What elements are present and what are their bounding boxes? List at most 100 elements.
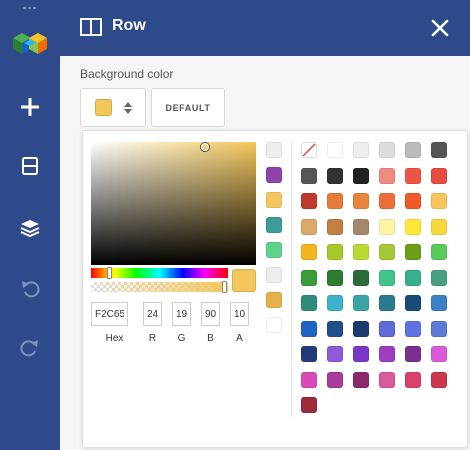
palette-color-swatch[interactable]	[431, 320, 447, 337]
recent-color-swatch[interactable]	[266, 317, 282, 333]
palette-color-swatch[interactable]	[405, 142, 421, 158]
palette-color-swatch[interactable]	[327, 142, 343, 158]
color-dropdown-button[interactable]	[80, 88, 146, 127]
palette-color-swatch[interactable]	[405, 244, 421, 260]
palette-color-swatch[interactable]	[431, 193, 447, 209]
palette-color-swatch[interactable]	[327, 295, 343, 311]
palette-color-swatch[interactable]	[301, 346, 317, 362]
recent-color-swatch[interactable]	[266, 267, 282, 283]
g-input[interactable]	[172, 302, 191, 326]
palette-color-swatch[interactable]	[353, 269, 369, 286]
panel-header: Row	[60, 0, 470, 56]
palette-color-swatch[interactable]	[301, 244, 317, 260]
palette-color-swatch[interactable]	[405, 295, 421, 311]
palette-color-swatch[interactable]	[327, 320, 343, 337]
undo-icon	[22, 281, 40, 298]
palette-color-swatch[interactable]	[431, 371, 447, 388]
current-color-chip	[95, 99, 112, 116]
add-element-button[interactable]	[12, 89, 48, 125]
no-color-swatch[interactable]	[301, 142, 317, 158]
palette-color-swatch[interactable]	[431, 142, 447, 158]
default-button[interactable]: DEFAULT	[151, 88, 225, 127]
palette-color-swatch[interactable]	[431, 244, 447, 260]
b-label: B	[207, 333, 214, 344]
palette-color-swatch[interactable]	[327, 218, 343, 235]
palette-color-swatch[interactable]	[431, 167, 447, 184]
recent-color-swatch[interactable]	[266, 192, 282, 208]
palette-color-swatch[interactable]	[327, 269, 343, 286]
palette-color-swatch[interactable]	[301, 295, 317, 311]
close-icon[interactable]	[428, 16, 452, 40]
palette-color-swatch[interactable]	[431, 295, 447, 311]
redo-button[interactable]	[12, 329, 48, 365]
palette-color-swatch[interactable]	[379, 193, 395, 209]
hex-input[interactable]	[91, 302, 128, 326]
palette-color-swatch[interactable]	[379, 167, 395, 184]
palette-color-swatch[interactable]	[379, 371, 395, 388]
palette-color-swatch[interactable]	[301, 167, 317, 184]
palette-color-swatch[interactable]	[301, 218, 317, 235]
palette-color-swatch[interactable]	[405, 320, 421, 337]
palette-color-swatch[interactable]	[353, 346, 369, 362]
palette-color-swatch[interactable]	[379, 244, 395, 260]
recent-color-swatch[interactable]	[266, 292, 282, 308]
recent-color-swatch[interactable]	[266, 242, 282, 258]
palette-color-swatch[interactable]	[379, 142, 395, 158]
palette-color-swatch[interactable]	[405, 167, 421, 184]
undo-button[interactable]	[12, 270, 48, 306]
palette-color-swatch[interactable]	[405, 269, 421, 286]
palette-color-swatch[interactable]	[353, 142, 369, 158]
palette-color-swatch[interactable]	[379, 218, 395, 235]
palette-color-swatch[interactable]	[405, 371, 421, 388]
g-label: G	[177, 333, 186, 344]
palette-color-swatch[interactable]	[353, 295, 369, 311]
palette-color-swatch[interactable]	[353, 193, 369, 209]
alpha-handle[interactable]	[222, 281, 227, 293]
palette-color-swatch[interactable]	[327, 193, 343, 209]
palette-color-swatch[interactable]	[405, 193, 421, 209]
background-color-label: Background color	[80, 67, 174, 81]
recent-color-swatch[interactable]	[266, 167, 282, 183]
palette-color-swatch[interactable]	[431, 346, 447, 362]
templates-button[interactable]	[12, 148, 48, 184]
recent-color-swatch[interactable]	[266, 142, 282, 158]
tree-view-button[interactable]	[12, 210, 48, 246]
palette-color-swatch[interactable]	[379, 320, 395, 337]
r-input[interactable]	[143, 302, 162, 326]
palette-color-swatch[interactable]	[301, 320, 317, 337]
palette-color-swatch[interactable]	[301, 371, 317, 388]
recent-color-swatch[interactable]	[266, 217, 282, 233]
palette-color-swatch[interactable]	[353, 244, 369, 260]
color-preview	[232, 269, 256, 292]
b-input[interactable]	[201, 302, 220, 326]
palette-color-swatch[interactable]	[379, 269, 395, 286]
palette-color-swatch[interactable]	[327, 244, 343, 260]
app-logo	[10, 30, 50, 61]
palette-color-swatch[interactable]	[353, 167, 369, 184]
palette-color-swatch[interactable]	[379, 346, 395, 362]
palette-color-swatch[interactable]	[353, 320, 369, 337]
alpha-slider[interactable]	[91, 281, 228, 293]
drag-handle-icon[interactable]	[22, 6, 38, 10]
a-input[interactable]	[230, 302, 249, 326]
palette-color-swatch[interactable]	[431, 218, 447, 235]
palette-color-swatch[interactable]	[353, 218, 369, 235]
palette-color-swatch[interactable]	[405, 346, 421, 362]
palette-color-swatch[interactable]	[301, 269, 317, 286]
palette-color-swatch[interactable]	[327, 167, 343, 184]
palette-color-swatch[interactable]	[353, 371, 369, 388]
palette-color-swatch[interactable]	[301, 397, 317, 413]
hue-slider[interactable]	[91, 267, 228, 279]
panel-title: Row	[112, 17, 146, 34]
palette-color-swatch[interactable]	[431, 269, 447, 286]
hue-handle[interactable]	[107, 267, 112, 279]
saturation-cursor[interactable]	[201, 143, 209, 151]
palette-color-swatch[interactable]	[379, 295, 395, 311]
add-icon	[21, 98, 39, 116]
palette-color-swatch[interactable]	[405, 218, 421, 235]
palette-color-swatch[interactable]	[327, 346, 343, 362]
hex-label: Hex	[105, 333, 124, 344]
palette-color-swatch[interactable]	[301, 193, 317, 209]
palette-color-swatch[interactable]	[327, 371, 343, 388]
saturation-area[interactable]	[91, 142, 256, 265]
